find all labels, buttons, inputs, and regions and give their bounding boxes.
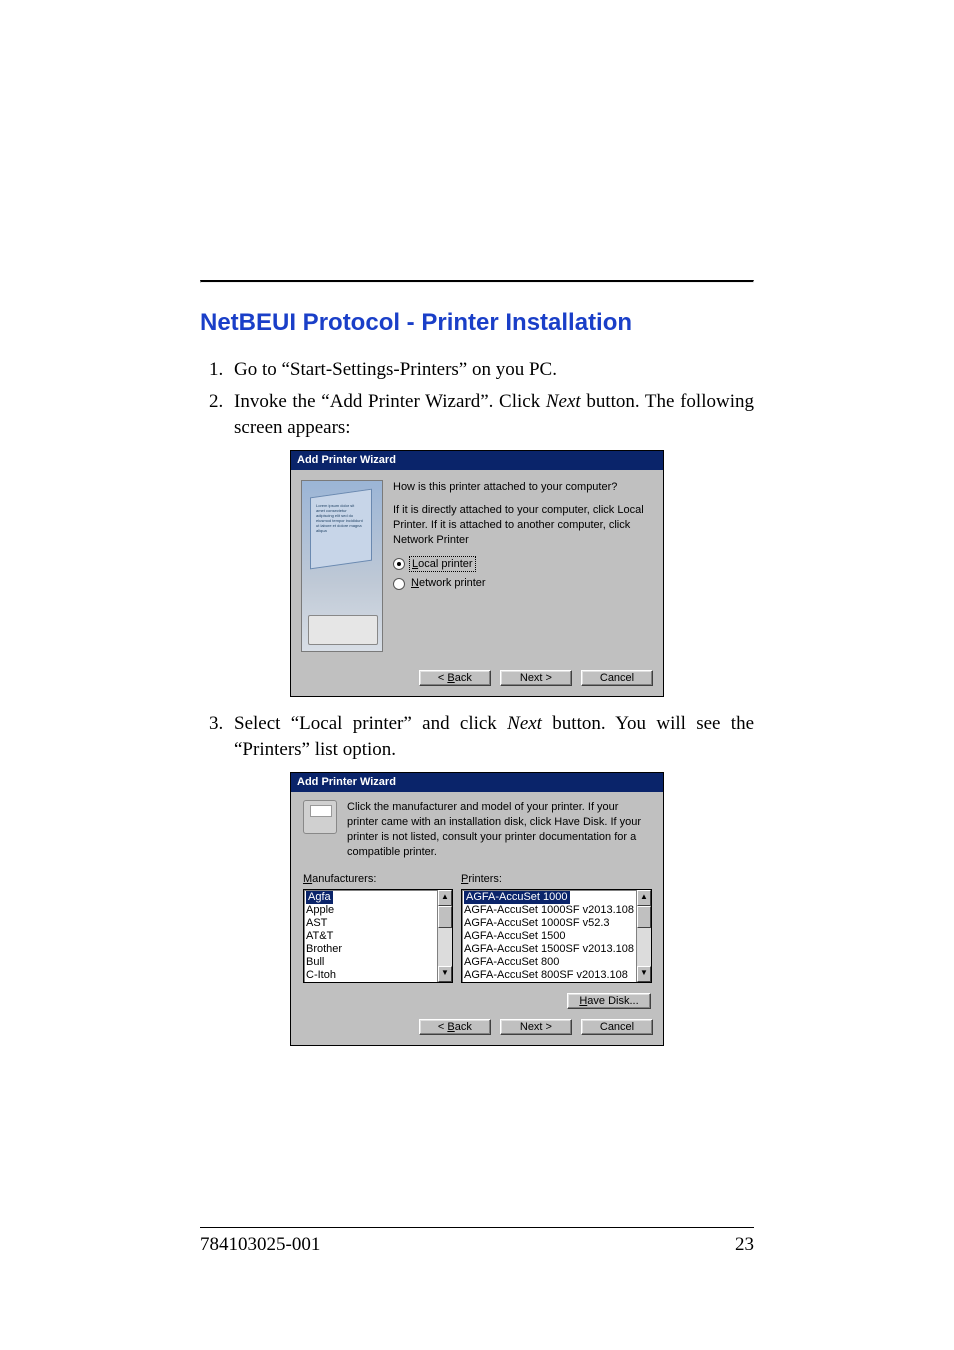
- back-button[interactable]: < Back: [419, 1019, 491, 1035]
- scroll-up-icon[interactable]: ▲: [438, 890, 452, 906]
- dialog1-question: How is this printer attached to your com…: [393, 480, 651, 495]
- list-item[interactable]: AGFA-AccuSet 800: [464, 956, 634, 969]
- list-item[interactable]: C-Itoh: [306, 969, 435, 982]
- dialog-attach-type: Add Printer Wizard Lorem ipsum dolor sit…: [290, 450, 664, 697]
- list-item[interactable]: Bull: [306, 956, 435, 969]
- cancel-button[interactable]: Cancel: [581, 670, 653, 686]
- radio-dot-icon: [393, 578, 405, 590]
- dialog-select-printer: Add Printer Wizard Click the manufacture…: [290, 772, 664, 1045]
- scroll-thumb[interactable]: [637, 906, 651, 928]
- step-2: Invoke the “Add Printer Wizard”. Click N…: [228, 389, 754, 440]
- step-3-text-a: Select “Local printer” and click: [234, 713, 507, 734]
- step-2-text-a: Invoke the “Add Printer Wizard”. Click: [234, 391, 546, 412]
- cancel-button[interactable]: Cancel: [581, 1019, 653, 1035]
- step-2-em: Next: [546, 391, 581, 412]
- page-number: 23: [735, 1232, 754, 1258]
- instruction-list: Go to “Start-Settings-Printers” on you P…: [200, 357, 754, 440]
- dialog2-buttons: < Back Next > Cancel: [291, 1011, 663, 1045]
- scroll-thumb[interactable]: [438, 906, 452, 928]
- list-columns: Manufacturers: AgfaAppleASTAT&TBrotherBu…: [303, 872, 651, 983]
- radio-network-printer[interactable]: Network printer: [393, 576, 651, 591]
- dialog2-titlebar: Add Printer Wizard: [291, 773, 663, 792]
- dialog1-prompt: How is this printer attached to your com…: [393, 480, 651, 652]
- top-rule: [200, 280, 754, 283]
- list-item[interactable]: AST: [306, 917, 435, 930]
- scroll-down-icon[interactable]: ▼: [438, 966, 452, 982]
- step-1: Go to “Start-Settings-Printers” on you P…: [228, 357, 754, 383]
- page-footer: 784103025-001 23: [200, 1227, 754, 1258]
- step-3-em: Next: [507, 713, 542, 734]
- list-item[interactable]: AGFA-AccuSet 1500: [464, 930, 634, 943]
- scrollbar[interactable]: ▲ ▼: [437, 890, 452, 982]
- dialog2-body: Click the manufacturer and model of your…: [291, 792, 663, 986]
- scroll-up-icon[interactable]: ▲: [637, 890, 651, 906]
- list-item[interactable]: Brother: [306, 943, 435, 956]
- list-item[interactable]: AGFA-AccuSet 1500SF v2013.108: [464, 943, 634, 956]
- radio-local-printer[interactable]: Local printer: [393, 556, 651, 573]
- step-1-text: Go to “Start-Settings-Printers” on you P…: [234, 359, 557, 380]
- dialog1-titlebar: Add Printer Wizard: [291, 451, 663, 470]
- document-page: NetBEUI Protocol - Printer Installation …: [0, 0, 954, 1350]
- back-button[interactable]: < Back: [419, 670, 491, 686]
- dialog1-help: If it is directly attached to your compu…: [393, 503, 651, 548]
- next-button[interactable]: Next >: [500, 1019, 572, 1035]
- radio-local-label: Local printer: [409, 556, 476, 573]
- list-item[interactable]: AGFA-AccuSet 1000: [464, 891, 634, 904]
- step-3: Select “Local printer” and click Next bu…: [228, 711, 754, 762]
- dialog2-header: Click the manufacturer and model of your…: [303, 800, 651, 859]
- manufacturers-column: Manufacturers: AgfaAppleASTAT&TBrotherBu…: [303, 872, 453, 983]
- radio-network-label: Network printer: [409, 576, 488, 591]
- dialog1-body: Lorem ipsum dolor sit amet consectetur a…: [291, 470, 663, 662]
- list-item[interactable]: Apple: [306, 904, 435, 917]
- list-item[interactable]: AGFA-AccuSet 1000SF v52.3: [464, 917, 634, 930]
- have-disk-row: Have Disk...: [291, 987, 663, 1011]
- printers-listbox[interactable]: AGFA-AccuSet 1000AGFA-AccuSet 1000SF v20…: [461, 889, 652, 983]
- footer-rule: [200, 1227, 754, 1228]
- list-item[interactable]: AGFA-AccuSet 800SF v2013.108: [464, 969, 634, 982]
- dialog2-desc: Click the manufacturer and model of your…: [347, 800, 651, 859]
- radio-dot-icon: [393, 558, 405, 570]
- next-button[interactable]: Next >: [500, 670, 572, 686]
- doc-number: 784103025-001: [200, 1232, 320, 1258]
- list-item[interactable]: Agfa: [306, 891, 435, 904]
- manufacturers-label: Manufacturers:: [303, 872, 453, 887]
- manufacturers-listbox[interactable]: AgfaAppleASTAT&TBrotherBullC-Itoh ▲ ▼: [303, 889, 453, 983]
- list-item[interactable]: AT&T: [306, 930, 435, 943]
- instruction-list-cont: Select “Local printer” and click Next bu…: [200, 711, 754, 762]
- have-disk-button[interactable]: Have Disk...: [567, 993, 651, 1009]
- scrollbar[interactable]: ▲ ▼: [636, 890, 651, 982]
- printers-label: Printers:: [461, 872, 652, 887]
- list-item[interactable]: AGFA-AccuSet 1000SF v2013.108: [464, 904, 634, 917]
- dialog1-buttons: < Back Next > Cancel: [291, 662, 663, 696]
- printer-icon: [303, 800, 337, 834]
- wizard-graphic: Lorem ipsum dolor sit amet consectetur a…: [301, 480, 383, 652]
- printers-column: Printers: AGFA-AccuSet 1000AGFA-AccuSet …: [461, 872, 652, 983]
- scroll-down-icon[interactable]: ▼: [637, 966, 651, 982]
- section-heading: NetBEUI Protocol - Printer Installation: [200, 307, 754, 339]
